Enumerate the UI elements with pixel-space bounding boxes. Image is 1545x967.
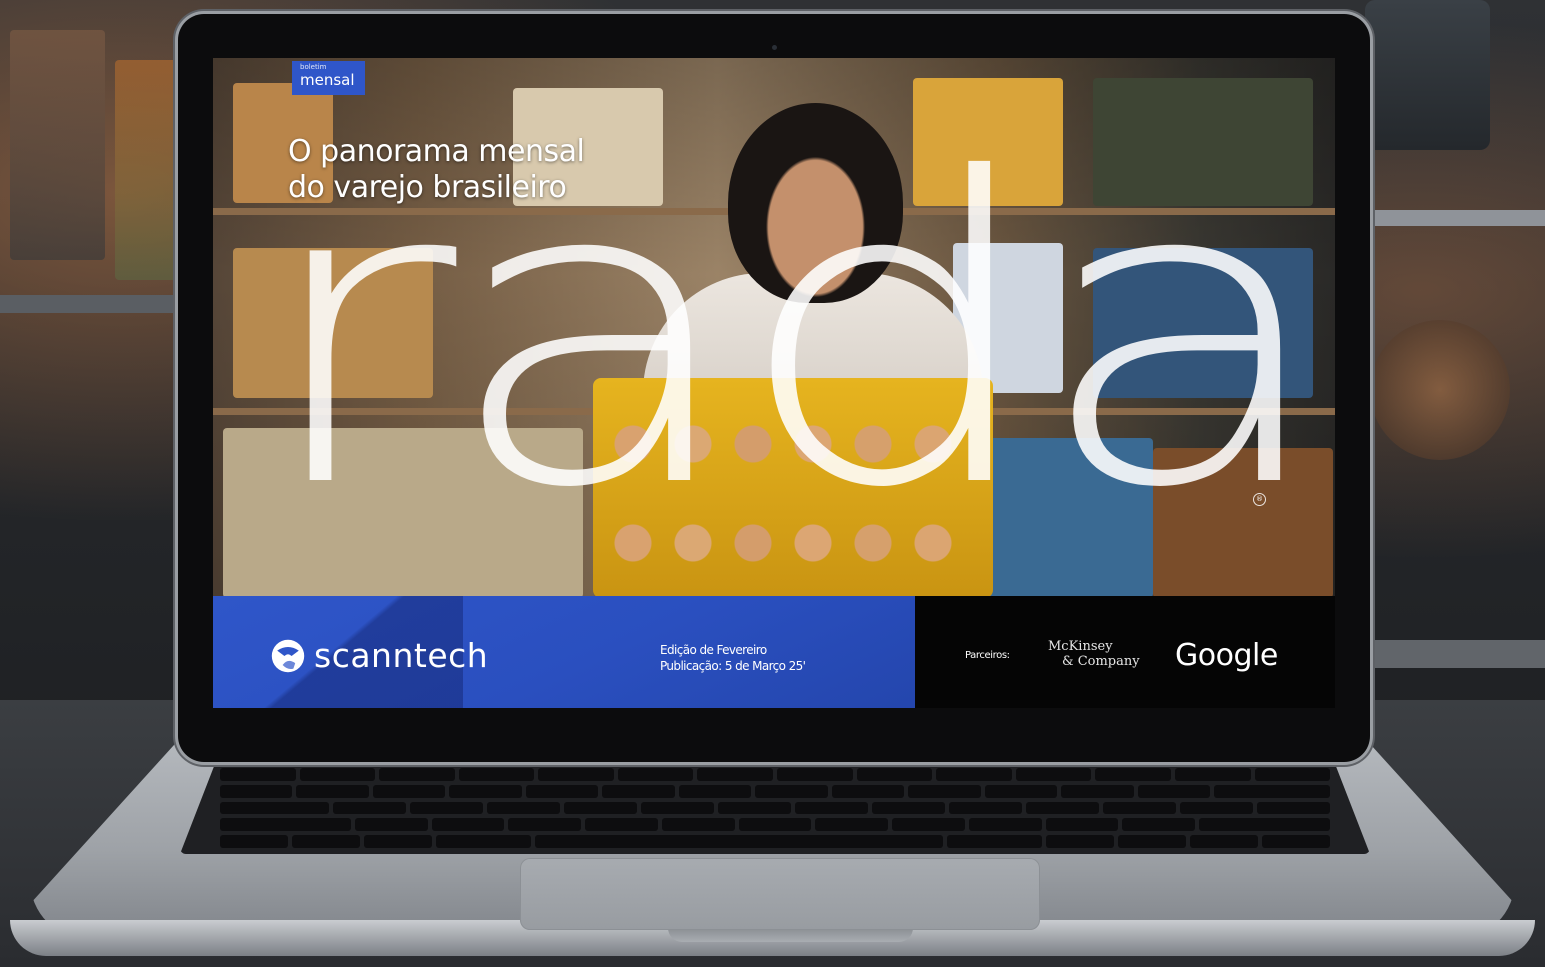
footer-brand-panel: scanntech Edição de Fevereiro Publicação… <box>213 596 915 708</box>
laptop-keyboard <box>180 762 1370 854</box>
partners-label: Parceiros: <box>965 650 1010 661</box>
bread-blur <box>1370 320 1510 460</box>
counter-rail-right <box>1360 210 1545 226</box>
radar-wordmark: radar <box>253 91 1335 580</box>
mckinsey-logo: McKinsey & Company <box>1048 639 1140 669</box>
edition-info: Edição de Fevereiro Publicação: 5 de Mar… <box>660 642 806 674</box>
laptop-notch <box>668 928 913 942</box>
background-scene: boletim mensal O panorama mensal do vare… <box>0 0 1545 967</box>
google-logo: Google <box>1175 638 1278 673</box>
publication-line: Publicação: 5 de Março 25' <box>660 659 806 673</box>
laptop-screen: boletim mensal O panorama mensal do vare… <box>213 58 1335 708</box>
scanntech-logo-icon <box>271 639 305 672</box>
brand-name: scanntech <box>314 636 489 675</box>
badge-subtitle: boletim <box>300 63 327 71</box>
badge-title: mensal <box>300 71 355 89</box>
mckinsey-line-2: & Company <box>1062 654 1140 669</box>
webcam <box>772 45 777 50</box>
mckinsey-line-1: McKinsey <box>1048 639 1113 654</box>
edition-line: Edição de Fevereiro <box>660 643 767 657</box>
monthly-badge: boletim mensal <box>292 61 365 95</box>
registered-mark: ® <box>1253 493 1266 506</box>
shelf-blur-left <box>10 30 105 260</box>
scanntech-brand: scanntech <box>270 636 488 675</box>
footer-partners-panel: Parceiros: McKinsey & Company Google <box>915 596 1335 708</box>
laptop-trackpad <box>520 858 1040 930</box>
counter-edge-right <box>1360 640 1545 668</box>
register-monitor <box>1365 0 1490 150</box>
